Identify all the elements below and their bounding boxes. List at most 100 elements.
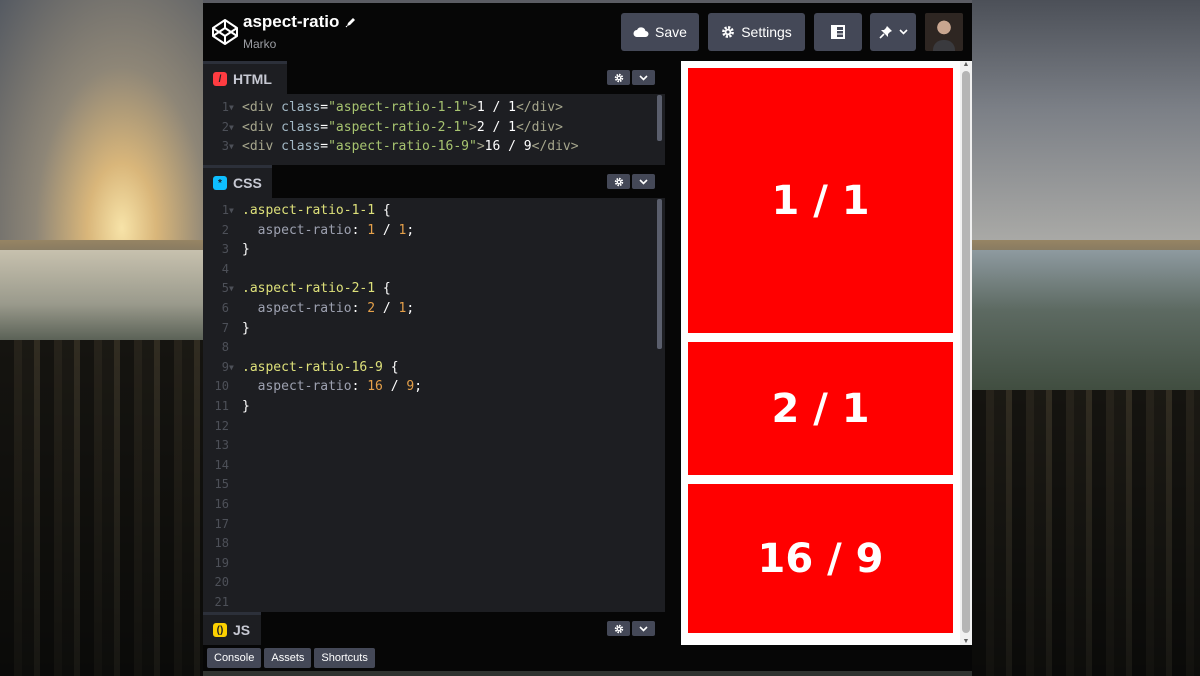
pen-title[interactable]: aspect-ratio — [243, 12, 357, 32]
code-line[interactable]: 18 — [203, 534, 665, 554]
html-editor-scrollbar[interactable] — [657, 95, 662, 141]
code-line[interactable]: 2 ▼ <div class="aspect-ratio-2-1">2 / 1</d… — [203, 118, 665, 138]
background-river — [972, 250, 1200, 400]
line-number: 11 — [214, 398, 229, 413]
code-line[interactable]: 17 — [203, 515, 665, 535]
js-editor-controls — [607, 621, 655, 636]
line-number: 14 — [214, 457, 229, 472]
line-number: 16 — [214, 496, 229, 511]
tab-html[interactable]: / HTML — [203, 61, 287, 94]
line-number: 8 — [221, 340, 229, 355]
code-line[interactable]: 16 — [203, 495, 665, 515]
code-text: <div class="aspect-ratio-2-1">2 / 1</div… — [242, 119, 563, 135]
line-number: 3 — [221, 242, 229, 257]
background-city — [0, 340, 203, 676]
code-line[interactable]: 13 — [203, 436, 665, 456]
tab-js[interactable]: () JS — [203, 612, 261, 645]
chevron-down-icon — [639, 625, 648, 632]
code-line[interactable]: 6 aspect-ratio: 2 / 1; — [203, 299, 665, 319]
code-text: } — [242, 320, 250, 336]
fold-arrow-icon[interactable]: ▼ — [229, 118, 237, 138]
chevron-down-icon — [898, 29, 908, 35]
css-code-editor[interactable]: 1 ▼ .aspect-ratio-1-1 {2 aspect-ratio: 1 /… — [203, 198, 665, 611]
save-button[interactable]: Save — [621, 13, 699, 51]
author-name[interactable]: Marko — [243, 37, 357, 51]
code-text: <div class="aspect-ratio-1-1">1 / 1</div… — [242, 100, 563, 115]
code-line[interactable]: 3 ▼ <div class="aspect-ratio-16-9">16 / 9<… — [203, 137, 665, 157]
code-line[interactable]: 15 — [203, 475, 665, 495]
code-line[interactable]: 4 — [203, 260, 665, 280]
background-river — [0, 250, 203, 340]
html-icon: / — [213, 72, 227, 86]
fold-arrow-icon[interactable]: ▼ — [229, 358, 237, 378]
line-number: 15 — [214, 477, 229, 492]
code-line[interactable]: 1 ▼ <div class="aspect-ratio-1-1">1 / 1</d… — [203, 98, 665, 118]
pencil-icon[interactable] — [345, 16, 357, 28]
line-number: 20 — [214, 575, 229, 590]
code-line[interactable]: 9 ▼ .aspect-ratio-16-9 { — [203, 358, 665, 378]
console-button[interactable]: Console — [207, 648, 262, 668]
html-code-editor[interactable]: 1 ▼ <div class="aspect-ratio-1-1">1 / 1</d… — [203, 94, 665, 164]
top-bar: aspect-ratio Marko Save Settings — [203, 3, 972, 61]
code-text: aspect-ratio: 1 / 1; — [242, 222, 415, 238]
css-collapse-button[interactable] — [632, 174, 655, 189]
code-line[interactable]: 20 — [203, 573, 665, 593]
code-line[interactable]: 3} — [203, 240, 665, 260]
line-number: 4 — [221, 261, 229, 276]
line-number: 1 — [221, 203, 229, 217]
editor-preview-resizer[interactable] — [665, 61, 681, 645]
pen-title-text[interactable]: aspect-ratio — [243, 12, 339, 32]
editors-column: / HTML 1 ▼ <div class="aspect-ratio-1-1">1… — [203, 61, 665, 645]
user-avatar[interactable] — [925, 13, 963, 51]
pin-menu-button[interactable] — [870, 13, 916, 51]
css-editor-scrollbar[interactable] — [657, 199, 662, 349]
fold-arrow-icon[interactable]: ▼ — [229, 201, 237, 221]
code-text: .aspect-ratio-2-1 { — [242, 281, 391, 297]
code-text: <div class="aspect-ratio-16-9">16 / 9</d… — [242, 139, 579, 155]
code-text: } — [242, 398, 250, 414]
js-settings-button[interactable] — [607, 621, 630, 636]
code-line[interactable]: 5 ▼ .aspect-ratio-2-1 { — [203, 279, 665, 299]
code-line[interactable]: 12 — [203, 417, 665, 437]
html-collapse-button[interactable] — [632, 70, 655, 85]
background-sky — [0, 0, 203, 240]
bottom-bar: Console Assets Shortcuts — [203, 645, 972, 671]
code-line[interactable]: 19 — [203, 554, 665, 574]
gear-icon — [614, 177, 623, 186]
scroll-up-arrow-icon[interactable]: ▲ — [962, 61, 970, 68]
assets-button[interactable]: Assets — [264, 648, 312, 668]
code-line[interactable]: 7} — [203, 319, 665, 339]
chevron-down-icon — [639, 74, 648, 81]
css-settings-button[interactable] — [607, 174, 630, 189]
css-editor-controls — [607, 174, 655, 189]
background-sky — [972, 0, 1200, 240]
code-line[interactable]: 11} — [203, 397, 665, 417]
fold-arrow-icon[interactable]: ▼ — [229, 98, 237, 118]
code-line[interactable]: 2 aspect-ratio: 1 / 1; — [203, 221, 665, 241]
code-text: } — [242, 242, 250, 258]
fold-arrow-icon[interactable]: ▼ — [229, 137, 237, 157]
tab-css[interactable]: * CSS — [203, 165, 272, 198]
fold-arrow-icon[interactable]: ▼ — [229, 279, 237, 299]
tab-js-label: JS — [233, 622, 251, 638]
background-scenery-left — [0, 0, 203, 676]
preview-scroll-thumb[interactable] — [962, 71, 970, 633]
html-settings-button[interactable] — [607, 70, 630, 85]
js-collapse-button[interactable] — [632, 621, 655, 636]
settings-button[interactable]: Settings — [708, 13, 805, 51]
code-line[interactable]: 21 — [203, 593, 665, 611]
code-line[interactable]: 8 — [203, 338, 665, 358]
codepen-logo-icon[interactable] — [211, 18, 239, 46]
shortcuts-button[interactable]: Shortcuts — [314, 648, 375, 668]
code-line[interactable]: 1 ▼ .aspect-ratio-1-1 { — [203, 201, 665, 221]
line-number: 1 — [221, 100, 229, 114]
line-number: 12 — [214, 418, 229, 433]
code-line[interactable]: 10 aspect-ratio: 16 / 9; — [203, 377, 665, 397]
preview-scrollbar[interactable]: ▲ ▼ — [960, 61, 972, 645]
line-number: 5 — [221, 281, 229, 296]
change-view-button[interactable] — [814, 13, 862, 51]
code-line[interactable]: 14 — [203, 456, 665, 476]
tab-html-label: HTML — [233, 71, 272, 87]
gear-icon — [614, 73, 623, 82]
scroll-down-arrow-icon[interactable]: ▼ — [962, 638, 970, 645]
